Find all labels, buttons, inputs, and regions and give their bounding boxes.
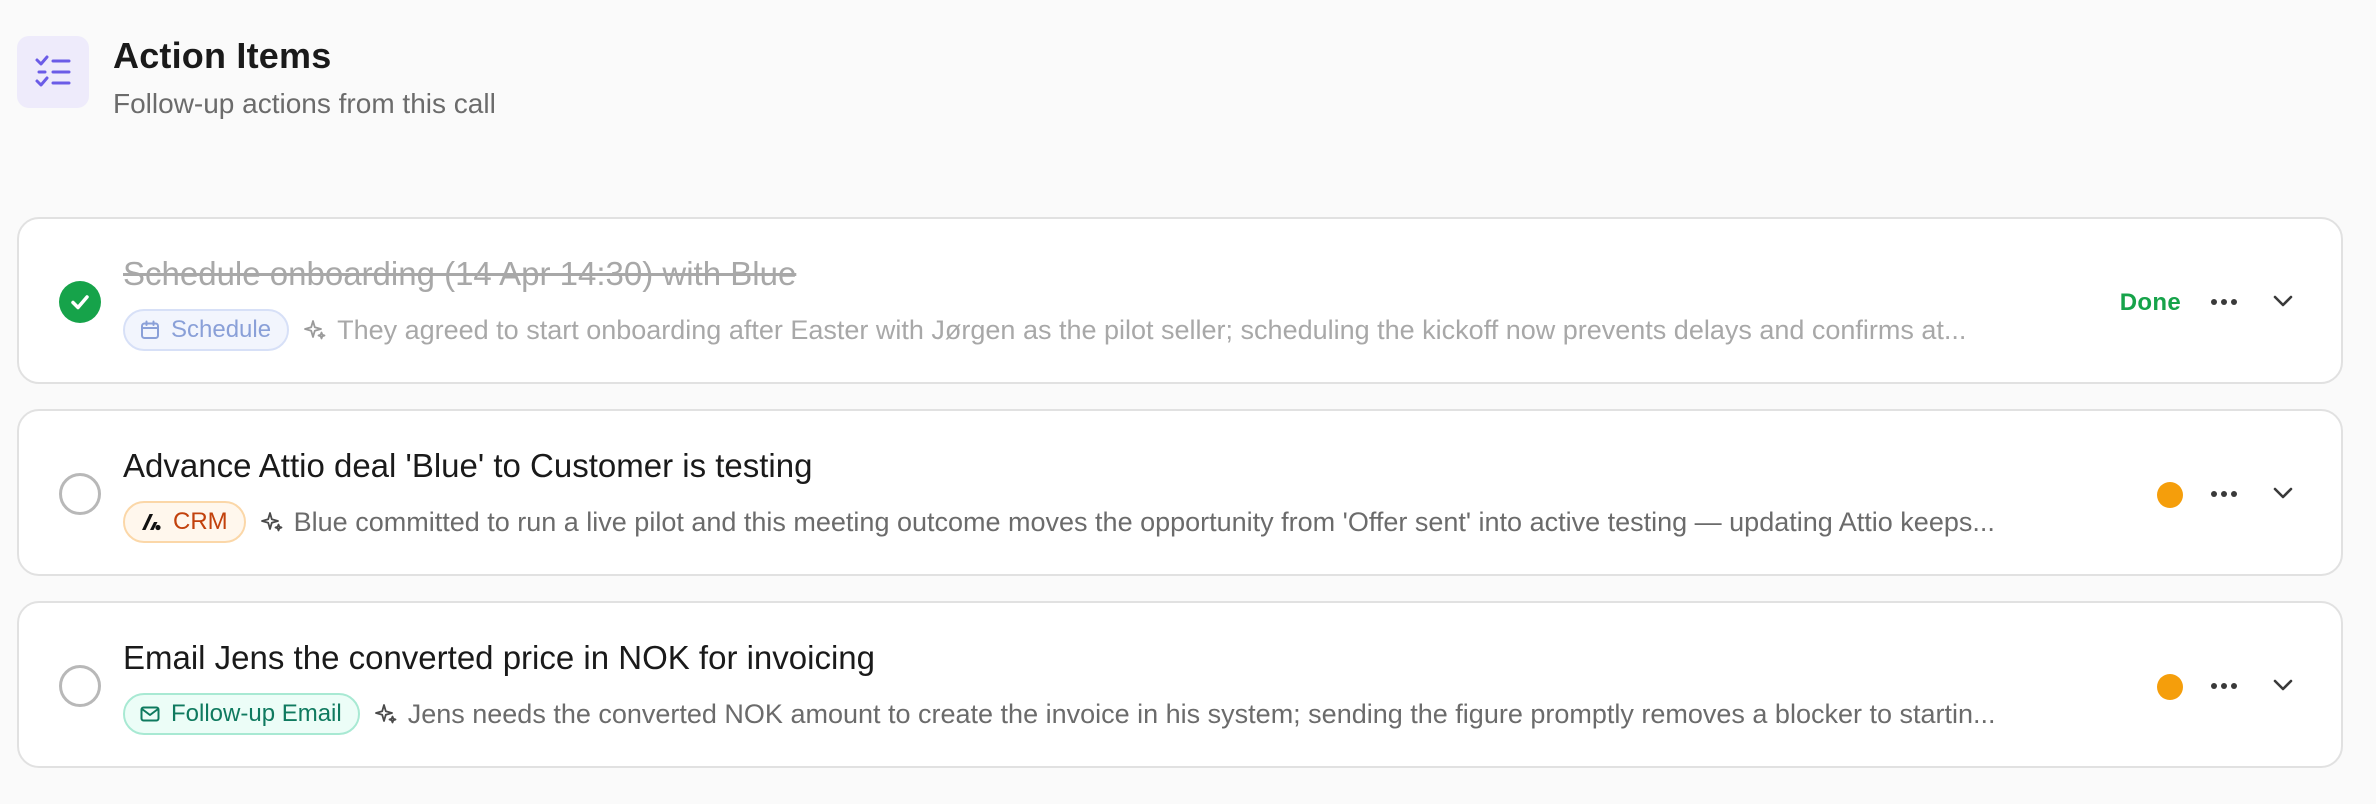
chevron-down-icon[interactable] xyxy=(2267,477,2299,509)
more-options-icon[interactable] xyxy=(2207,481,2241,507)
badge-label: CRM xyxy=(173,508,228,535)
page-title: Action Items xyxy=(113,35,332,76)
badge-label: Schedule xyxy=(171,316,272,343)
action-item-title[interactable]: Schedule onboarding (14 Apr 14:30) with … xyxy=(123,257,796,290)
action-item-meta: CRM Blue committed to run a live pilot a… xyxy=(123,501,2151,543)
action-item-card[interactable]: Email Jens the converted price in NOK fo… xyxy=(17,601,2343,768)
sparkle-icon xyxy=(303,318,327,342)
action-item-reason: Jens needs the converted NOK amount to c… xyxy=(407,698,1996,729)
action-item-reason: They agreed to start onboarding after Ea… xyxy=(337,314,1967,345)
page-subtitle: Follow-up actions from this call xyxy=(113,88,496,119)
sparkle-icon xyxy=(374,702,398,726)
checklist-icon xyxy=(17,36,89,108)
chevron-down-icon[interactable] xyxy=(2267,669,2299,701)
badge-label: Follow-up Email xyxy=(171,700,342,727)
mail-icon xyxy=(139,703,161,725)
status-done-label: Done xyxy=(2119,289,2181,316)
more-options-icon[interactable] xyxy=(2207,673,2241,699)
calendar-icon xyxy=(139,319,161,341)
pending-status-dot xyxy=(2157,674,2183,700)
schedule-badge: Schedule xyxy=(123,309,290,351)
action-item-meta: Schedule They agreed to start onboarding… xyxy=(123,309,2151,351)
incomplete-check-icon[interactable] xyxy=(59,665,101,707)
action-item-card[interactable]: Advance Attio deal 'Blue' to Customer is… xyxy=(17,409,2343,576)
action-item-card[interactable]: Schedule onboarding (14 Apr 14:30) with … xyxy=(17,217,2343,384)
pending-status-dot xyxy=(2157,482,2183,508)
incomplete-check-icon[interactable] xyxy=(59,473,101,515)
attio-logo-icon xyxy=(139,510,163,534)
action-item-title[interactable]: Email Jens the converted price in NOK fo… xyxy=(123,641,875,674)
chevron-down-icon[interactable] xyxy=(2267,285,2299,317)
page-header: Action Items Follow-up actions from this… xyxy=(17,36,496,118)
action-item-title[interactable]: Advance Attio deal 'Blue' to Customer is… xyxy=(123,449,812,482)
completed-check-icon[interactable] xyxy=(59,281,101,323)
action-item-reason: Blue committed to run a live pilot and t… xyxy=(293,506,1995,537)
crm-badge: CRM xyxy=(123,501,246,543)
sparkle-icon xyxy=(260,510,284,534)
follow-up-email-badge: Follow-up Email xyxy=(123,693,360,735)
action-item-meta: Follow-up Email Jens needs the converted… xyxy=(123,693,2151,735)
more-options-icon[interactable] xyxy=(2207,289,2241,315)
